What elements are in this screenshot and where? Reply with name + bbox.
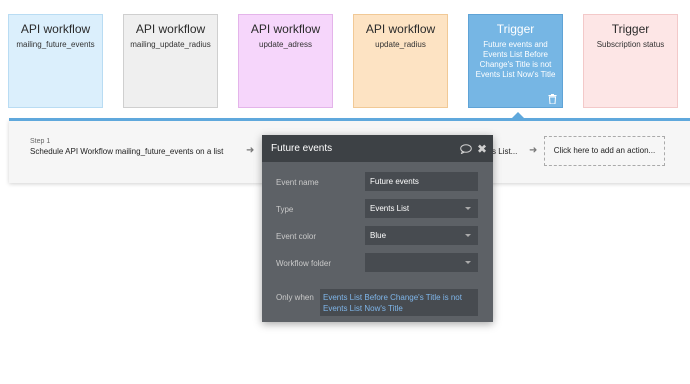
- type-label: Type: [276, 205, 294, 214]
- event-name-label: Event name: [276, 178, 319, 187]
- card-trigger-subscription-status[interactable]: Trigger Subscription status: [583, 14, 678, 108]
- card-subtitle: mailing_update_radius: [130, 40, 211, 49]
- chevron-down-icon: [465, 234, 471, 237]
- card-api-workflow-mailing-future-events[interactable]: API workflow mailing_future_events: [8, 14, 103, 108]
- step-number: Step 1: [30, 138, 51, 145]
- step-1-action[interactable]: Schedule API Workflow mailing_future_eve…: [30, 147, 223, 156]
- arrow-right-icon: ➜: [529, 145, 538, 156]
- card-title: API workflow: [20, 22, 91, 36]
- card-title: API workflow: [250, 22, 321, 36]
- chevron-down-icon: [465, 261, 471, 264]
- chevron-down-icon: [465, 207, 471, 210]
- card-api-workflow-update-adress[interactable]: API workflow update_adress: [238, 14, 333, 108]
- card-api-workflow-mailing-update-radius[interactable]: API workflow mailing_update_radius: [123, 14, 218, 108]
- card-title: API workflow: [135, 22, 206, 36]
- event-color-dropdown[interactable]: Blue: [365, 226, 478, 245]
- selected-card-pointer: [512, 112, 524, 118]
- card-subtitle: Subscription status: [596, 40, 665, 49]
- comment-icon[interactable]: [460, 144, 472, 154]
- card-subtitle: update_radius: [375, 40, 426, 49]
- type-value: Events List: [370, 204, 410, 213]
- event-properties-panel: Future events ✖ Event name Future events…: [262, 135, 493, 322]
- event-color-label: Event color: [276, 232, 317, 241]
- trash-icon[interactable]: [548, 94, 557, 104]
- add-action-button[interactable]: Click here to add an action...: [544, 136, 665, 166]
- arrow-right-icon: ➜: [246, 145, 255, 156]
- card-title: Trigger: [611, 22, 650, 36]
- workflow-folder-label: Workflow folder: [276, 259, 331, 268]
- workflow-folder-dropdown[interactable]: [365, 253, 478, 272]
- card-title: API workflow: [365, 22, 436, 36]
- card-api-workflow-update-radius[interactable]: API workflow update_radius: [353, 14, 448, 108]
- only-when-label: Only when: [276, 293, 314, 302]
- close-icon[interactable]: ✖: [477, 143, 487, 155]
- event-name-input[interactable]: Future events: [365, 172, 478, 191]
- card-subtitle: mailing_future_events: [16, 40, 95, 49]
- only-when-condition[interactable]: Events List Before Change's Title is not…: [320, 289, 478, 316]
- card-title: Trigger: [496, 22, 535, 36]
- card-trigger-future-events[interactable]: Trigger Future events and Events List Be…: [468, 14, 563, 108]
- panel-header: Future events ✖: [262, 135, 493, 162]
- card-subtitle: Future events and Events List Before Cha…: [475, 40, 556, 79]
- event-color-value: Blue: [370, 231, 387, 240]
- card-subtitle: update_adress: [259, 40, 312, 49]
- step-2-action-fragment[interactable]: s List...: [492, 147, 517, 156]
- band-accent-line: [9, 118, 690, 121]
- type-dropdown[interactable]: Events List: [365, 199, 478, 218]
- panel-title: Future events: [271, 143, 333, 154]
